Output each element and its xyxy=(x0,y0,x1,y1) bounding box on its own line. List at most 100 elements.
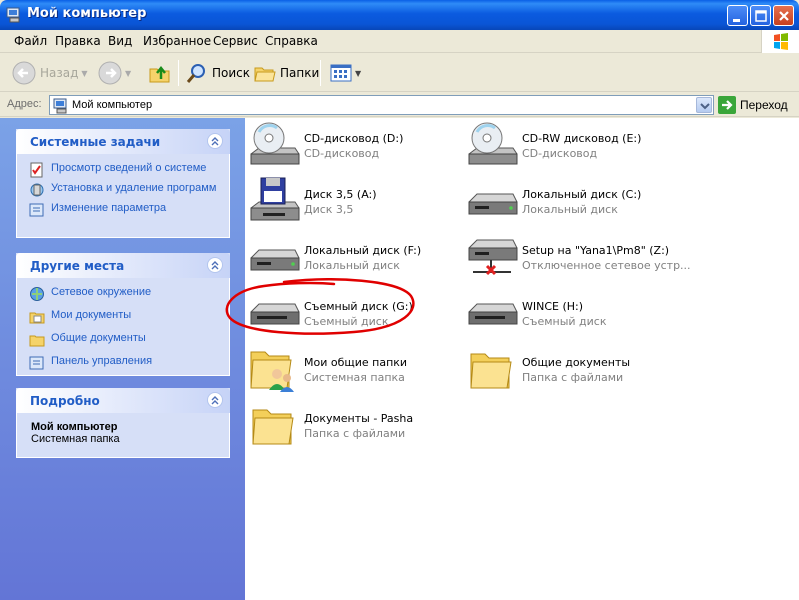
drive-item-removable-h[interactable]: WINCE (H:) Съемный диск xyxy=(465,288,675,340)
views-dropdown-icon[interactable]: ▼ xyxy=(355,69,361,78)
item-name: Диск 3,5 (A:) xyxy=(304,188,377,201)
up-button[interactable] xyxy=(148,60,172,86)
toolbar-separator xyxy=(178,60,179,86)
title-bar: Мой компьютер xyxy=(0,0,799,30)
removable-drive-icon xyxy=(250,303,300,325)
place-shared-documents[interactable]: Общие документы xyxy=(29,332,217,348)
toolbar: Назад ▼ ▼ Поиск Папки ▼ xyxy=(0,54,799,92)
folder-icon xyxy=(29,335,45,347)
place-my-documents[interactable]: Мои документы xyxy=(29,309,217,325)
control-panel-icon xyxy=(29,203,44,217)
item-type: Папка с файлами xyxy=(522,371,624,384)
other-places-panel: Другие места Сетевое окружение Мои докум… xyxy=(16,253,230,376)
task-add-remove-programs[interactable]: Установка и удаление программ xyxy=(29,182,217,198)
windows-logo xyxy=(761,30,799,53)
menu-file[interactable]: Файл xyxy=(14,34,47,48)
search-icon xyxy=(186,64,205,83)
folder-item-shared-documents[interactable]: Общие документы Папка с файлами xyxy=(465,344,675,396)
close-button[interactable] xyxy=(773,5,794,26)
item-name: CD-дисковод (D:) xyxy=(304,132,404,145)
network-places-icon xyxy=(30,287,44,301)
window-title: Мой компьютер xyxy=(27,6,147,21)
maximize-button[interactable] xyxy=(750,5,771,26)
close-icon xyxy=(779,11,789,21)
collapse-icon[interactable] xyxy=(207,392,223,408)
drive-item-local-f[interactable]: Локальный диск (F:) Локальный диск xyxy=(247,232,457,284)
details-header[interactable]: Подробно xyxy=(16,388,230,413)
task-pane: Системные задачи Просмотр сведений о сис… xyxy=(0,118,245,600)
file-view: CD-дисковод (D:) CD-дисковод CD-RW диско… xyxy=(245,118,799,600)
minimize-icon xyxy=(733,19,740,22)
drive-item-removable-g[interactable]: Съемный диск (G:) Съемный диск xyxy=(247,288,457,340)
collapse-icon[interactable] xyxy=(207,133,223,149)
address-bar: Адрес: Мой компьютер Переход xyxy=(0,92,799,117)
folder-up-icon xyxy=(149,65,170,83)
back-arrow-icon xyxy=(12,61,36,85)
place-label: Панель управления xyxy=(51,355,153,367)
go-arrow-icon xyxy=(718,96,736,114)
go-label: Переход xyxy=(740,98,788,112)
address-dropdown-button[interactable] xyxy=(696,97,712,113)
search-button[interactable]: Поиск xyxy=(186,60,250,86)
my-documents-icon xyxy=(29,312,45,324)
forward-dropdown-icon[interactable]: ▼ xyxy=(125,69,131,78)
system-info-icon xyxy=(30,162,43,178)
item-type: CD-дисковод xyxy=(522,147,598,160)
windows-flag-icon xyxy=(774,33,788,50)
menu-help[interactable]: Справка xyxy=(265,34,318,48)
item-name: Мои общие папки xyxy=(304,356,408,369)
menu-view[interactable]: Вид xyxy=(108,34,132,48)
item-name: Общие документы xyxy=(522,356,631,369)
details-panel: Подробно Мой компьютер Системная папка xyxy=(16,388,230,458)
folder-item-pasha-documents[interactable]: Документы - Pasha Папка с файлами xyxy=(247,400,457,452)
menu-tools[interactable]: Сервис xyxy=(213,34,258,48)
task-view-system-info[interactable]: Просмотр сведений о системе xyxy=(29,162,217,178)
drive-item-cdrw-e[interactable]: CD-RW дисковод (E:) CD-дисковод xyxy=(465,120,675,172)
collapse-icon[interactable] xyxy=(207,257,223,273)
back-button[interactable]: Назад ▼ xyxy=(12,60,88,86)
other-places-header[interactable]: Другие места xyxy=(16,253,230,278)
network-drive-icon xyxy=(468,239,518,276)
back-dropdown-icon[interactable]: ▼ xyxy=(81,69,87,78)
drive-item-network-z[interactable]: Setup на "Yana1\Pm8" (Z:) Отключенное се… xyxy=(465,232,691,284)
search-label: Поиск xyxy=(212,66,251,80)
folder-item-my-shared[interactable]: Мои общие папки Системная папка xyxy=(247,344,457,396)
item-type: Локальный диск xyxy=(522,203,618,216)
go-button[interactable]: Переход xyxy=(718,96,788,114)
place-network[interactable]: Сетевое окружение xyxy=(29,286,217,302)
menu-edit[interactable]: Правка xyxy=(55,34,101,48)
views-button[interactable]: ▼ xyxy=(330,60,361,86)
menu-favorites[interactable]: Избранное xyxy=(143,34,211,48)
views-icon xyxy=(330,64,352,82)
system-tasks-panel: Системные задачи Просмотр сведений о сис… xyxy=(16,129,230,238)
item-type: Локальный диск xyxy=(304,259,400,272)
drive-item-local-c[interactable]: Локальный диск (C:) Локальный диск xyxy=(465,176,675,228)
folder-icon xyxy=(252,409,294,445)
forward-button[interactable]: ▼ xyxy=(98,60,131,86)
cd-drive-icon xyxy=(250,122,300,165)
system-tasks-header[interactable]: Системные задачи xyxy=(16,129,230,154)
details-name: Мой компьютер xyxy=(31,421,118,433)
system-tasks-title: Системные задачи xyxy=(30,135,161,149)
folder-icon xyxy=(470,353,512,389)
drive-item-cd-d[interactable]: CD-дисковод (D:) CD-дисковод xyxy=(247,120,457,172)
minimize-button[interactable] xyxy=(727,5,748,26)
cd-drive-icon xyxy=(468,122,518,165)
task-change-setting[interactable]: Изменение параметра xyxy=(29,202,217,218)
maximize-icon xyxy=(755,10,767,22)
add-remove-programs-icon xyxy=(30,183,44,197)
folders-button[interactable]: Папки xyxy=(254,60,319,86)
item-type: Папка с файлами xyxy=(304,427,406,440)
item-type: Съемный диск xyxy=(522,315,607,328)
forward-arrow-icon xyxy=(98,61,122,85)
drive-item-floppy-a[interactable]: Диск 3,5 (A:) Диск 3,5 xyxy=(247,176,457,228)
item-type: Диск 3,5 xyxy=(304,203,354,216)
place-label: Общие документы xyxy=(51,332,146,344)
address-input[interactable]: Мой компьютер xyxy=(49,95,714,115)
place-control-panel[interactable]: Панель управления xyxy=(29,355,217,371)
computer-icon xyxy=(53,98,67,114)
task-label: Просмотр сведений о системе xyxy=(51,162,207,174)
hard-drive-icon xyxy=(468,193,518,215)
shared-folder-icon xyxy=(250,351,294,392)
toolbar-separator xyxy=(320,60,321,86)
